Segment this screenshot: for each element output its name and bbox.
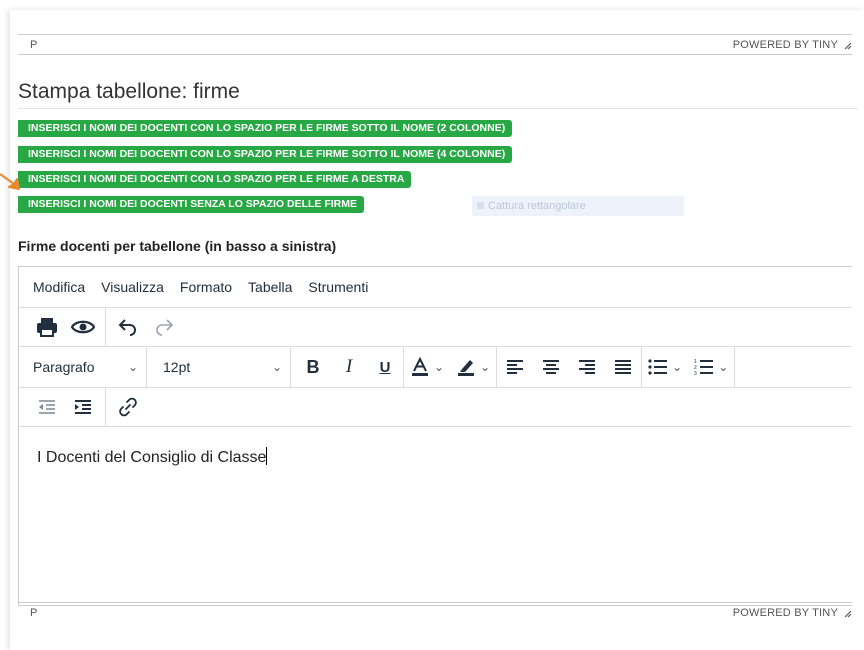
align-center-icon — [543, 360, 560, 374]
align-center-button[interactable] — [533, 351, 569, 383]
chevron-down-icon: ⌄ — [672, 360, 683, 374]
insert-signatures-4-columns-button[interactable]: INSERISCI I NOMI DEI DOCENTI CON LO SPAZ… — [18, 146, 513, 163]
eye-icon — [71, 320, 95, 334]
menu-visualizza[interactable]: Visualizza — [101, 279, 164, 295]
align-left-icon — [507, 360, 524, 374]
toolbar-row-1 — [19, 308, 852, 347]
toolbar-row-3 — [19, 388, 852, 427]
redo-button[interactable] — [146, 311, 182, 343]
page-title: Stampa tabellone: firme — [18, 80, 240, 103]
print-button[interactable] — [29, 311, 65, 343]
font-size-value: 12pt — [163, 359, 191, 375]
chevron-down-icon: ⌄ — [480, 360, 491, 374]
svg-text:3: 3 — [694, 371, 697, 376]
toolbar-separator — [105, 308, 106, 346]
editor-menubar: Modifica Visualizza Formato Tabella Stru… — [19, 267, 852, 308]
chevron-down-icon: ⌄ — [718, 360, 729, 374]
indent-icon — [75, 400, 91, 414]
menu-modifica[interactable]: Modifica — [33, 279, 85, 295]
underline-button[interactable]: U — [367, 351, 403, 383]
rich-text-editor: Modifica Visualizza Formato Tabella Stru… — [18, 266, 852, 606]
align-justify-icon — [615, 360, 632, 374]
powered-by-tiny-link[interactable]: POWERED BY TINY — [733, 39, 838, 51]
outdent-button[interactable] — [29, 391, 65, 423]
block-format-select[interactable]: Paragrafo ⌄ — [19, 347, 147, 387]
highlighter-icon — [458, 360, 475, 376]
highlight-color-button[interactable]: ⌄ — [450, 351, 496, 383]
insert-names-no-signatures-button[interactable]: INSERISCI I NOMI DEI DOCENTI SENZA LO SP… — [18, 196, 365, 213]
chevron-down-icon: ⌄ — [271, 360, 282, 374]
toolbar-separator — [734, 347, 736, 387]
menu-strumenti[interactable]: Strumenti — [308, 279, 368, 295]
align-left-button[interactable] — [496, 347, 533, 387]
chevron-down-icon: ⌄ — [127, 360, 138, 374]
title-divider — [18, 108, 858, 109]
powered-by-tiny-link[interactable]: POWERED BY TINY — [733, 607, 838, 619]
insert-link-button[interactable] — [110, 391, 146, 423]
indent-button[interactable] — [65, 391, 101, 423]
resize-handle-icon[interactable] — [842, 608, 852, 618]
toolbar-separator — [105, 388, 106, 426]
rectangular-capture-overlay: Cattura rettangolare — [472, 196, 684, 216]
chevron-down-icon: ⌄ — [434, 360, 445, 374]
block-format-value: Paragrafo — [33, 359, 95, 375]
text-color-button[interactable]: ⌄ — [403, 347, 450, 387]
numbered-list-icon: 1 2 3 — [694, 359, 714, 376]
font-size-select[interactable]: 12pt ⌄ — [147, 347, 291, 387]
preview-button[interactable] — [65, 311, 101, 343]
align-right-icon — [579, 360, 596, 374]
italic-icon: I — [345, 356, 353, 377]
menu-formato[interactable]: Formato — [180, 279, 232, 295]
italic-button[interactable]: I — [331, 351, 367, 383]
content-paragraph: I Docenti del Consiglio di Classe — [37, 449, 267, 466]
signatures-field-label: Firme docenti per tabellone (in basso a … — [18, 238, 337, 254]
text-color-icon — [412, 357, 428, 376]
redo-icon — [156, 319, 174, 336]
previous-editor-statusbar: P POWERED BY TINY — [18, 34, 852, 55]
element-path[interactable]: P — [18, 39, 37, 51]
insert-signatures-right-button[interactable]: INSERISCI I NOMI DEI DOCENTI CON LO SPAZ… — [18, 171, 412, 188]
toolbar-row-2: Paragrafo ⌄ 12pt ⌄ B I U ⌄ ⌄ ⌄ 1 2 3 ⌄ — [19, 347, 852, 388]
bullet-list-button[interactable]: ⌄ — [641, 347, 688, 387]
text-caret — [266, 447, 268, 465]
link-icon — [119, 397, 137, 417]
pointer-arrow-icon — [0, 173, 20, 190]
align-right-button[interactable] — [569, 351, 605, 383]
element-path[interactable]: P — [18, 607, 37, 619]
bold-button[interactable]: B — [295, 351, 331, 383]
editor-content-area[interactable]: I Docenti del Consiglio di Classe — [19, 427, 852, 467]
undo-icon — [118, 319, 136, 336]
outdent-icon — [39, 400, 55, 414]
insert-signatures-2-columns-button[interactable]: INSERISCI I NOMI DEI DOCENTI CON LO SPAZ… — [18, 120, 513, 137]
numbered-list-button[interactable]: 1 2 3 ⌄ — [688, 351, 734, 383]
undo-button[interactable] — [110, 311, 146, 343]
align-justify-button[interactable] — [605, 351, 641, 383]
editor-statusbar: P POWERED BY TINY — [18, 602, 852, 622]
printer-icon — [37, 318, 57, 337]
underline-icon: U — [379, 358, 391, 376]
bold-icon: B — [306, 356, 320, 377]
menu-tabella[interactable]: Tabella — [248, 279, 292, 295]
bullet-list-icon — [648, 359, 668, 375]
resize-handle-icon[interactable] — [842, 40, 852, 50]
